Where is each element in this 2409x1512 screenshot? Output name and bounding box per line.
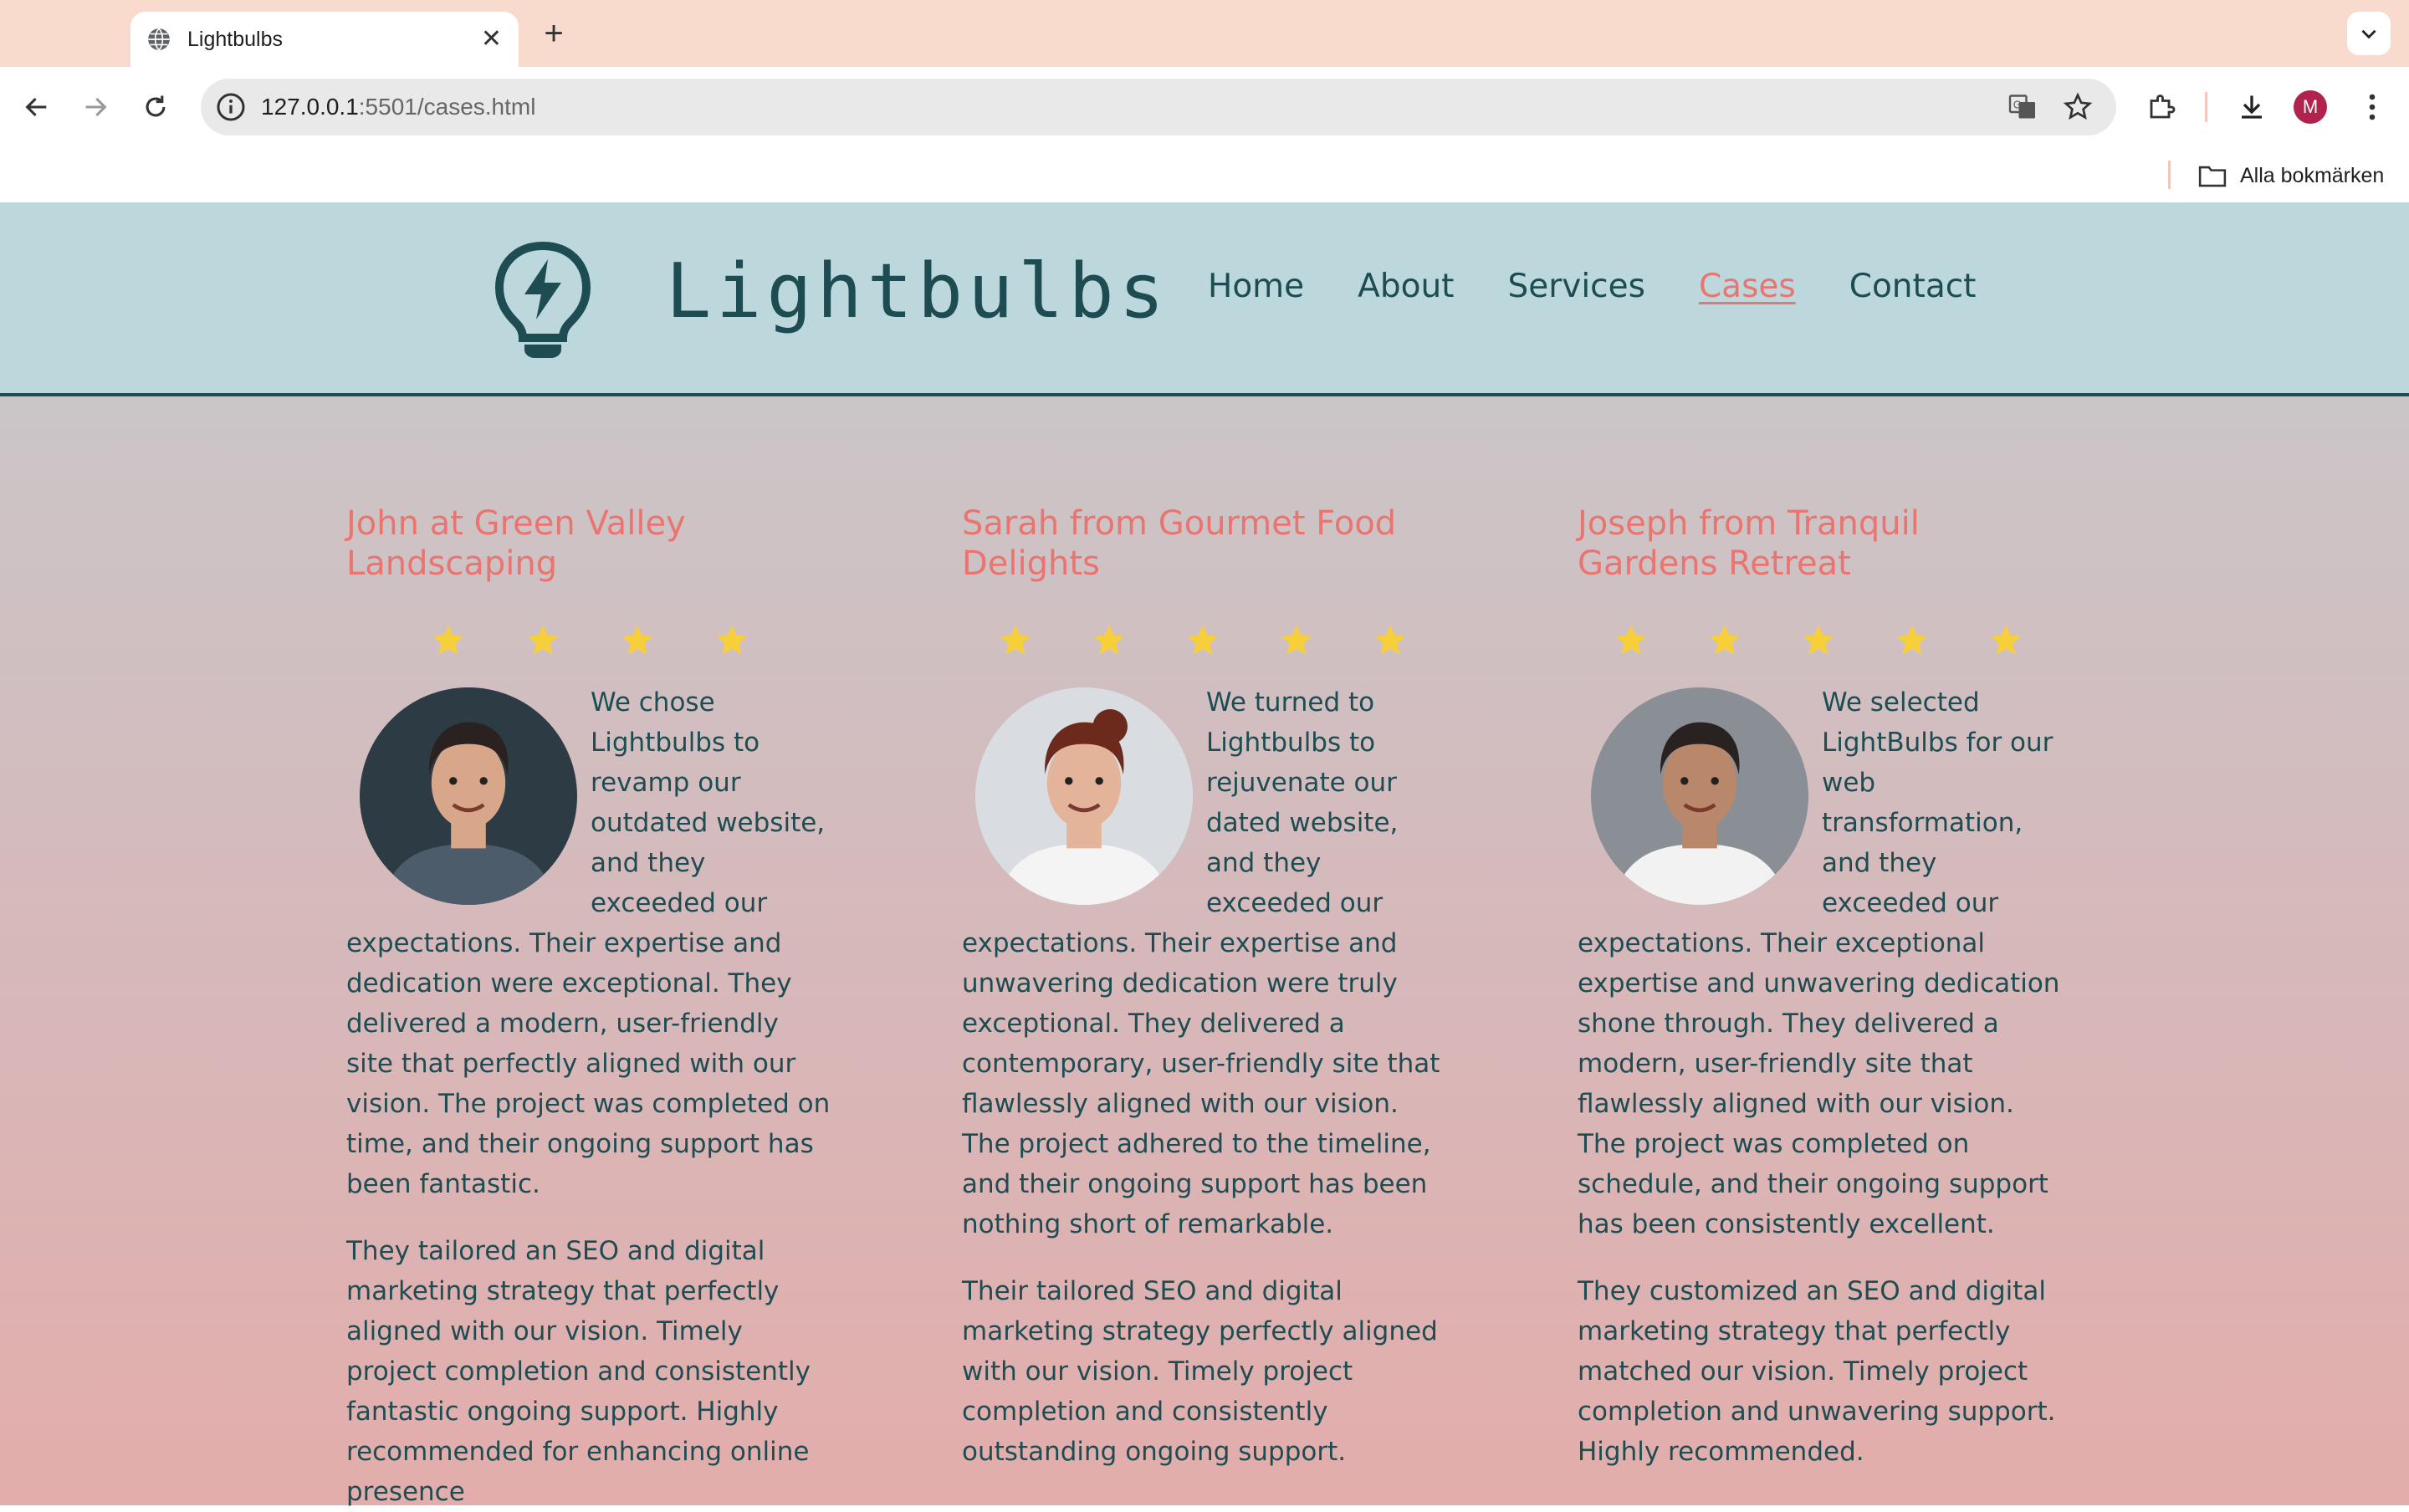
address-bar[interactable]: 127.0.0.1:5501/cases.html G bbox=[201, 79, 2116, 135]
client-photo bbox=[1591, 687, 1808, 905]
web-page: Lightbulbs Home About Services Cases Contact… bbox=[0, 202, 2409, 1507]
testimonial: We chose Lightbulbs to revamp our outdat… bbox=[346, 682, 831, 1512]
rating-star-icon bbox=[1281, 625, 1312, 655]
rating-star-icon bbox=[1990, 625, 2022, 655]
testimonial-paragraph: They tailored an SEO and digital marketi… bbox=[346, 1236, 811, 1507]
browser-toolbar: 127.0.0.1:5501/cases.html G bbox=[0, 67, 2409, 149]
case-title: Joseph from Tranquil Gardens Retreat bbox=[1578, 504, 1920, 583]
profile-avatar[interactable]: M bbox=[2294, 90, 2327, 124]
case-card: Joseph from Tranquil Gardens Retreat We … bbox=[1578, 503, 2063, 1472]
nav-link-cases[interactable]: Cases bbox=[1699, 268, 1796, 305]
rating-star-icon bbox=[1709, 625, 1741, 655]
rating-star-icon bbox=[1093, 625, 1125, 655]
tab-title: Lightbulbs bbox=[187, 27, 283, 51]
browser-menu-button[interactable] bbox=[2350, 85, 2394, 129]
reload-icon bbox=[146, 95, 166, 117]
bookmarks-divider bbox=[2168, 161, 2171, 189]
url-text: 127.0.0.1:5501/cases.html bbox=[261, 94, 535, 120]
rating-star-icon bbox=[527, 625, 559, 655]
star-bookmark-icon[interactable] bbox=[2063, 92, 2093, 122]
nav-link-services[interactable]: Services bbox=[1507, 268, 1644, 305]
url-host: 127.0.0.1 bbox=[261, 94, 359, 120]
rating-star-icon bbox=[1187, 625, 1219, 655]
testimonial: We selected LightBulbs for our web trans… bbox=[1578, 682, 2063, 1472]
rating-star-icon bbox=[1000, 625, 1031, 655]
downloads-button[interactable] bbox=[2230, 85, 2273, 129]
testimonial: We turned to Lightbulbs to rejuvenate ou… bbox=[962, 682, 1447, 1472]
client-photo bbox=[360, 687, 577, 905]
new-tab-icon[interactable]: + bbox=[537, 13, 570, 54]
svg-text:G: G bbox=[2013, 100, 2021, 111]
main-nav: Home About Services Cases Contact bbox=[1208, 268, 2029, 305]
case-card: Sarah from Gourmet Food Delights We turn… bbox=[962, 503, 1447, 1472]
case-title: John at Green Valley Landscaping bbox=[346, 504, 686, 583]
more-vertical-icon bbox=[2369, 94, 2376, 120]
arrow-left-icon bbox=[25, 97, 47, 117]
brand-name[interactable]: Lightbulbs bbox=[666, 248, 1169, 335]
browser-tab[interactable]: Lightbulbs ✕ bbox=[130, 12, 519, 67]
star-rating bbox=[962, 617, 1447, 664]
star-rating bbox=[346, 617, 831, 664]
bookmarks-bar: Alla bokmärken bbox=[0, 149, 2409, 202]
browser-tab-bar: Lightbulbs ✕ + bbox=[0, 0, 2409, 67]
forward-button[interactable] bbox=[74, 85, 117, 129]
star-rating bbox=[1578, 617, 2063, 664]
translate-icon[interactable]: G bbox=[2008, 92, 2038, 122]
rating-star-icon bbox=[716, 625, 748, 655]
rating-star-icon bbox=[1896, 625, 1928, 655]
puzzle-icon bbox=[2150, 94, 2176, 119]
url-path: :5501/cases.html bbox=[358, 94, 536, 120]
client-photo bbox=[975, 687, 1193, 905]
nav-link-home[interactable]: Home bbox=[1208, 268, 1304, 305]
testimonial-paragraph: They customized an SEO and digital marke… bbox=[1578, 1276, 2056, 1467]
chevron-down-icon bbox=[2361, 29, 2376, 39]
all-bookmarks-label: Alla bokmärken bbox=[2240, 163, 2385, 187]
extensions-button[interactable] bbox=[2140, 85, 2183, 129]
folder-icon bbox=[2198, 166, 2227, 187]
nav-link-about[interactable]: About bbox=[1358, 268, 1454, 305]
case-card: John at Green Valley Landscaping We chos… bbox=[346, 503, 831, 1512]
rating-star-icon bbox=[1803, 625, 1834, 655]
back-button[interactable] bbox=[15, 85, 59, 129]
info-icon[interactable] bbox=[216, 92, 246, 122]
nav-link-contact[interactable]: Contact bbox=[1849, 268, 1977, 305]
case-title: Sarah from Gourmet Food Delights bbox=[962, 504, 1397, 583]
site-header: Lightbulbs Home About Services Cases Contact bbox=[0, 202, 2409, 396]
rating-star-icon bbox=[432, 625, 464, 655]
all-bookmarks-button[interactable]: Alla bokmärken bbox=[2198, 159, 2384, 192]
globe-icon bbox=[148, 28, 170, 51]
testimonial-paragraph: Their tailored SEO and digital marketing… bbox=[962, 1276, 1438, 1467]
lightbulb-logo-icon[interactable] bbox=[492, 239, 594, 363]
rating-star-icon bbox=[1374, 625, 1406, 655]
arrow-right-icon bbox=[85, 97, 107, 117]
download-icon bbox=[2242, 95, 2262, 119]
rating-star-icon bbox=[1615, 625, 1647, 655]
reload-button[interactable] bbox=[134, 85, 177, 129]
tab-search-button[interactable] bbox=[2347, 12, 2391, 55]
toolbar-divider bbox=[2205, 92, 2207, 122]
close-tab-icon[interactable]: ✕ bbox=[481, 27, 502, 52]
rating-star-icon bbox=[621, 625, 653, 655]
